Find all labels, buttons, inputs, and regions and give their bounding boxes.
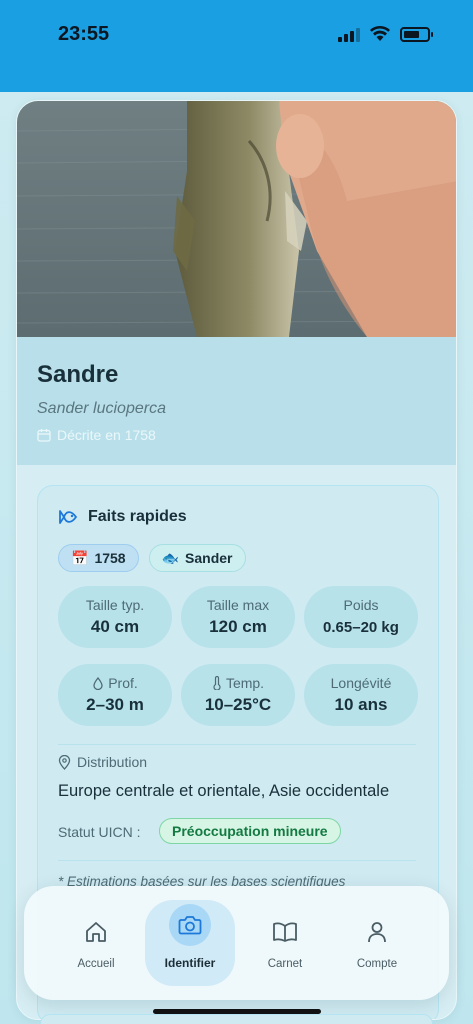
home-icon (82, 918, 110, 946)
quick-facts-title: Faits rapides (58, 508, 187, 526)
stat-label: Poids (343, 597, 379, 613)
status-bar: 23:55 (0, 0, 473, 92)
tab-label: Identifier (164, 956, 216, 970)
stat-label: Taille typ. (85, 597, 145, 613)
species-common-name: Sandre (37, 361, 119, 388)
stat-label-text: Temp. (225, 675, 265, 691)
genus-chip: 🐟 Sander (148, 544, 246, 572)
stat-typical-size: Taille typ. 40 cm (58, 586, 172, 648)
quick-facts-title-text: Faits rapides (88, 508, 187, 525)
chip-row: 📅 1758 🐟 Sander (58, 544, 246, 572)
species-photo (17, 101, 456, 337)
distribution-label: Distribution (58, 754, 147, 770)
tab-compte[interactable]: Compte (332, 886, 422, 1000)
stat-label: Taille max (206, 597, 270, 613)
species-scientific-name: Sander lucioperca (37, 400, 166, 417)
species-card: Sandre Sander lucioperca Décrite en 1758… (16, 100, 457, 1020)
thermometer-icon (213, 676, 221, 690)
stat-label: Temp. (181, 675, 295, 691)
person-icon (363, 918, 391, 946)
divider (58, 860, 416, 861)
divider (58, 744, 416, 745)
stat-value: 10–25°C (204, 695, 272, 714)
cellular-signal-icon (338, 26, 360, 42)
next-card-peek (40, 1014, 433, 1024)
droplet-icon (93, 676, 103, 690)
stat-value: 0.65–20 kg (323, 619, 399, 636)
iucn-label: Statut UICN : (58, 824, 141, 840)
battery-icon (400, 26, 433, 42)
species-header: Sandre Sander lucioperca Décrite en 1758 (17, 337, 456, 465)
status-icons (338, 26, 433, 42)
tab-identifier[interactable]: Identifier (145, 900, 235, 986)
tab-label: Compte (356, 958, 398, 970)
stat-value: 40 cm (90, 617, 140, 636)
stat-label: Prof. (58, 675, 172, 691)
genus-chip-label: Sander (185, 550, 233, 566)
bottom-tab-bar: Accueil Identifier Carnet Compte (24, 886, 449, 1000)
status-time: 23:55 (58, 23, 110, 45)
stat-longevity: Longévité 10 ans (304, 664, 418, 726)
iucn-status-badge: Préoccupation mineure (159, 818, 341, 844)
stat-value: 120 cm (209, 617, 267, 636)
described-text: Décrite en 1758 (57, 427, 156, 443)
year-chip: 📅 1758 (58, 544, 139, 572)
fish-icon (59, 510, 78, 524)
location-pin-icon (58, 754, 71, 770)
stat-label: Longévité (330, 675, 392, 691)
calendar-icon (37, 429, 51, 442)
stat-depth: Prof. 2–30 m (58, 664, 172, 726)
distribution-value: Europe centrale et orientale, Asie occid… (58, 782, 390, 800)
distribution-label-text: Distribution (77, 754, 148, 770)
book-icon (271, 918, 299, 946)
stat-max-size: Taille max 120 cm (181, 586, 295, 648)
fish-emoji-icon: 🐟 (161, 549, 180, 566)
tab-accueil[interactable]: Accueil (51, 886, 141, 1000)
stat-weight: Poids 0.65–20 kg (304, 586, 418, 648)
stat-label-text: Prof. (108, 675, 138, 691)
tab-label: Carnet (267, 958, 303, 970)
tab-carnet[interactable]: Carnet (240, 886, 330, 1000)
described-date: Décrite en 1758 (37, 427, 156, 443)
home-indicator[interactable] (153, 1009, 321, 1014)
stat-temperature: Temp. 10–25°C (181, 664, 295, 726)
calendar-emoji-icon: 📅 (71, 549, 89, 566)
year-chip-label: 1758 (94, 550, 126, 566)
tab-label: Accueil (77, 958, 115, 970)
wifi-icon (370, 26, 390, 41)
stat-value: 10 ans (334, 695, 388, 714)
stat-value: 2–30 m (86, 695, 144, 714)
camera-icon (169, 904, 211, 946)
